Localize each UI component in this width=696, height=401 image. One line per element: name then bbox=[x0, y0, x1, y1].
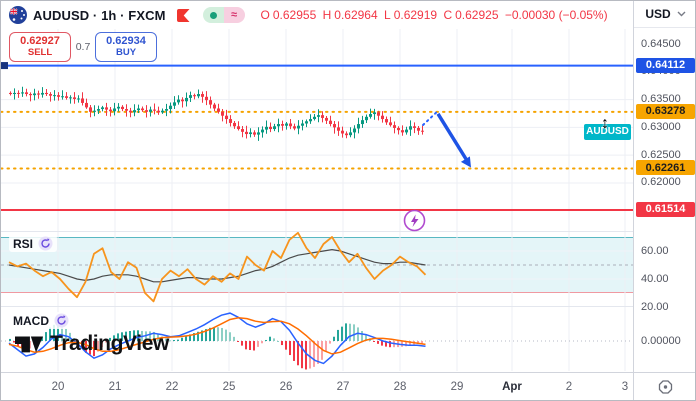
pane-separator[interactable] bbox=[1, 231, 696, 232]
settings-gear-icon[interactable] bbox=[657, 379, 674, 396]
price-scale-tick: 0.64500 bbox=[641, 38, 681, 50]
time-axis-label: 25 bbox=[212, 381, 246, 393]
ohlc-readout: O0.62955 H0.62964 L0.62919 C0.62925 −0.0… bbox=[261, 8, 611, 22]
fxcm-logo-icon bbox=[176, 8, 191, 23]
time-axis-label: 21 bbox=[98, 381, 132, 393]
tradingview-watermark: TradingView bbox=[15, 332, 169, 356]
tradingview-brand-text: TradingView bbox=[50, 332, 169, 356]
time-axis-label: 29 bbox=[440, 381, 474, 393]
low-label: L bbox=[384, 8, 391, 22]
close-value: 0.62925 bbox=[455, 8, 498, 22]
refresh-icon[interactable] bbox=[38, 236, 53, 251]
time-axis-label: 26 bbox=[269, 381, 303, 393]
price-level-badge: 0.62261 bbox=[636, 160, 695, 175]
price-scale-tick: 0.62000 bbox=[641, 176, 681, 188]
australia-flag-icon bbox=[9, 6, 27, 24]
price-level-badge: 0.64112 bbox=[636, 58, 695, 73]
open-value: 0.62955 bbox=[273, 8, 316, 22]
low-value: 0.62919 bbox=[394, 8, 437, 22]
close-label: C bbox=[443, 8, 452, 22]
price-scale-tick: 60.00 bbox=[641, 245, 669, 257]
market-status-pill[interactable]: ≈ bbox=[203, 7, 245, 23]
currency-label: USD bbox=[645, 7, 670, 21]
open-label: O bbox=[261, 8, 270, 22]
price-scale-tick: 0.00000 bbox=[641, 335, 681, 347]
price-scale-tick: 40.00 bbox=[641, 273, 669, 285]
sell-button[interactable]: 0.62927 SELL bbox=[9, 32, 71, 62]
pane-separator[interactable] bbox=[1, 306, 696, 307]
time-axis-label: 22 bbox=[155, 381, 189, 393]
high-value: 0.62964 bbox=[334, 8, 377, 22]
chevron-down-icon bbox=[677, 11, 686, 17]
time-axis-label: 28 bbox=[383, 381, 417, 393]
time-axis[interactable]: 2021222526272829Apr23 bbox=[1, 372, 633, 401]
time-axis-label: 2 bbox=[552, 381, 586, 393]
trading-chart-window: AUDUSD · 1h · FXCM ≈ O0.62955 H0.62964 L… bbox=[0, 0, 696, 401]
price-scale[interactable]: USD 0.645000.640000.635000.630000.625000… bbox=[633, 1, 696, 401]
change-value: −0.00030 (−0.05%) bbox=[505, 8, 608, 22]
buy-button[interactable]: 0.62934 BUY bbox=[95, 32, 157, 62]
high-label: H bbox=[323, 8, 332, 22]
buy-label: BUY bbox=[116, 48, 136, 58]
axis-corner bbox=[633, 372, 696, 401]
price-scale-tick: 0.62500 bbox=[641, 149, 681, 161]
time-axis-label: 27 bbox=[326, 381, 360, 393]
market-open-dot-icon bbox=[203, 7, 224, 23]
spread-value: 0.7 bbox=[71, 41, 95, 53]
tradingview-logo-icon bbox=[15, 332, 43, 356]
time-axis-label: Apr bbox=[495, 381, 529, 393]
sell-label: SELL bbox=[28, 48, 52, 58]
price-level-badge: 0.63278 bbox=[636, 104, 695, 119]
macd-indicator-chip[interactable]: MACD bbox=[9, 312, 73, 329]
rsi-indicator-chip[interactable]: RSI bbox=[9, 235, 57, 252]
time-axis-label: 20 bbox=[41, 381, 75, 393]
resize-cursor-icon: ↕ bbox=[601, 115, 609, 133]
approx-price-icon: ≈ bbox=[224, 7, 245, 23]
refresh-icon[interactable] bbox=[54, 313, 69, 328]
chart-header: AUDUSD · 1h · FXCM ≈ O0.62955 H0.62964 L… bbox=[1, 1, 633, 29]
order-panel: 0.62927 SELL 0.7 0.62934 BUY bbox=[9, 32, 157, 62]
macd-label: MACD bbox=[13, 314, 49, 328]
symbol-title[interactable]: AUDUSD · 1h · FXCM bbox=[33, 8, 166, 23]
price-level-badge: 0.61514 bbox=[636, 202, 695, 217]
lightning-icon[interactable] bbox=[403, 209, 426, 237]
price-scale-tick: 20.00 bbox=[641, 301, 669, 313]
currency-selector[interactable]: USD bbox=[634, 1, 696, 28]
price-scale-tick: 0.63000 bbox=[641, 121, 681, 133]
rsi-label: RSI bbox=[13, 237, 33, 251]
